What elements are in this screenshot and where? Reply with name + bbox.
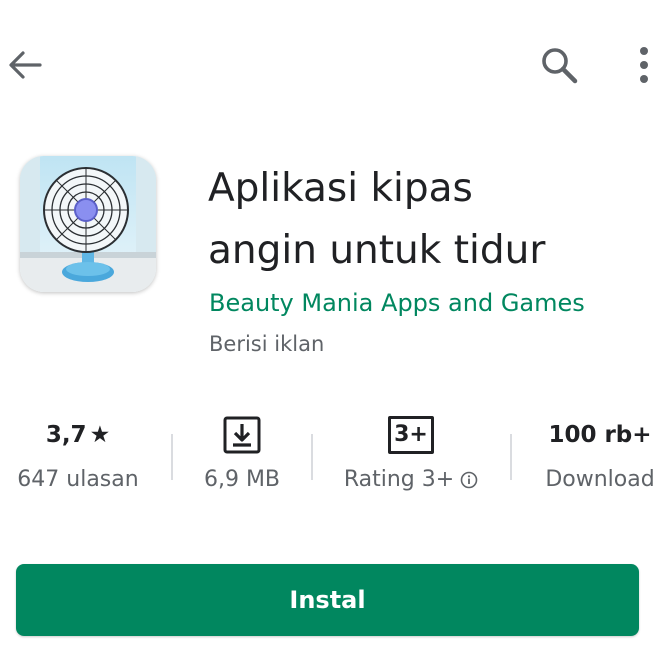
stat-rating[interactable]: 3,7 ★ 647 ulasan [2, 410, 154, 500]
info-icon[interactable] [460, 471, 478, 489]
stat-divider [311, 434, 313, 480]
search-icon[interactable] [536, 42, 582, 88]
top-app-bar [0, 0, 669, 130]
star-icon: ★ [89, 422, 111, 448]
downloads-value: 100 rb+ [548, 422, 652, 448]
rating-number: 3,7 [45, 422, 87, 448]
fan-app-icon [20, 156, 156, 292]
content-rating-label: Rating 3+ [343, 467, 455, 492]
app-title-line-1: Aplikasi kipas [208, 166, 473, 211]
reviews-count: 647 ulasan [17, 467, 139, 492]
stat-divider [510, 434, 512, 480]
rating-value: 3,7 ★ [2, 410, 154, 460]
developer-link[interactable]: Beauty Mania Apps and Games [209, 285, 585, 321]
stat-divider [171, 434, 173, 480]
app-title: Aplikasi kipas angin untuk tidur [208, 158, 648, 282]
stat-size: 6,9 MB [178, 410, 306, 500]
ads-notice: Berisi iklan [209, 332, 325, 356]
stat-downloads: 100 rb+ Download [530, 410, 669, 500]
app-size: 6,9 MB [203, 467, 281, 492]
install-button[interactable]: Instal [16, 564, 639, 636]
content-rating-badge: 3+ [388, 416, 434, 454]
more-vert-icon[interactable] [626, 40, 662, 90]
content-rating-badge-wrap: 3+ [322, 410, 500, 460]
app-title-line-2: angin untuk tidur [208, 228, 546, 273]
content-rating-label-wrap: Rating 3+ [322, 460, 500, 500]
stat-content-rating[interactable]: 3+ Rating 3+ [322, 410, 500, 500]
back-arrow-icon[interactable] [4, 44, 46, 86]
download-icon [178, 410, 306, 460]
stats-row: 3,7 ★ 647 ulasan 6,9 MB 3+ Rating 3+ 100… [0, 410, 669, 510]
downloads-label: Download [545, 467, 655, 492]
